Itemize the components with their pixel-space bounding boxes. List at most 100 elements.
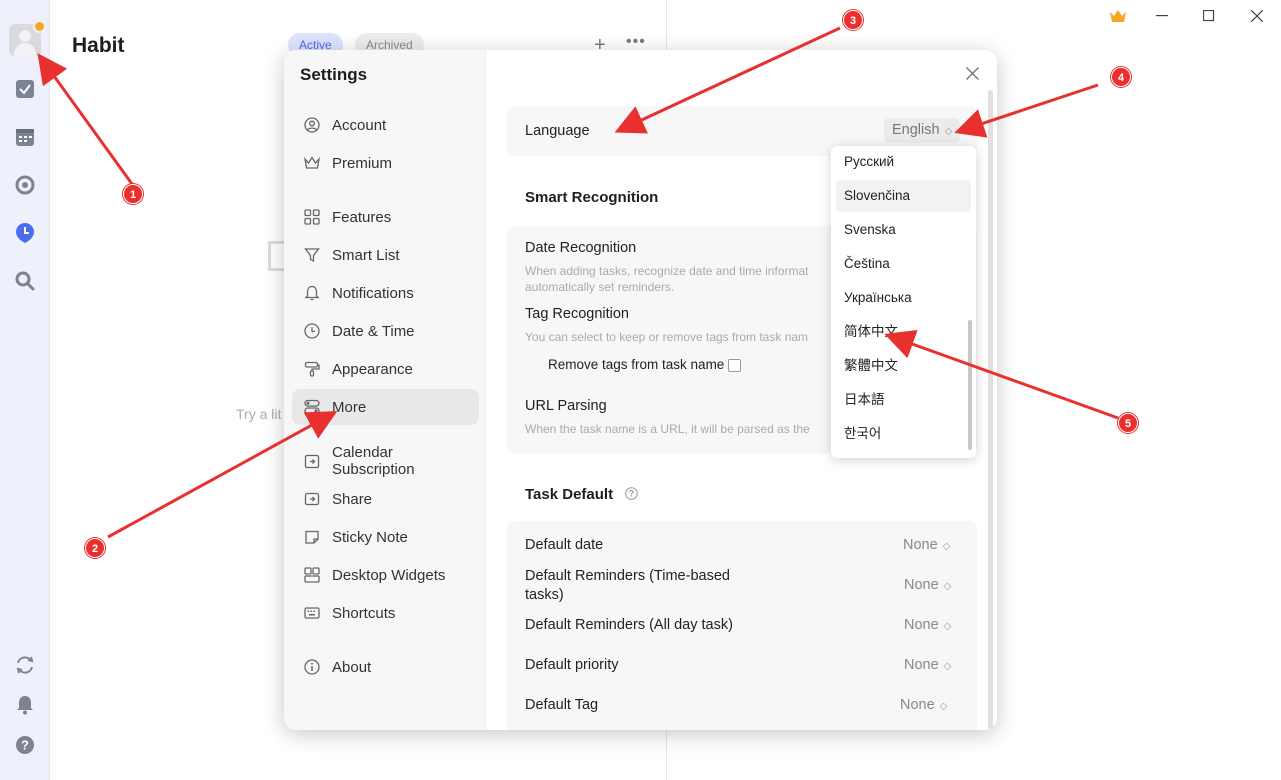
language-option[interactable]: 日本語 <box>836 384 971 416</box>
language-option[interactable]: 한국어 <box>836 418 971 450</box>
url-parsing-label: URL Parsing <box>525 398 607 414</box>
user-circle-icon <box>304 117 320 133</box>
nav-label: Smart List <box>332 246 400 264</box>
default-date-select[interactable]: None ◇ <box>903 537 950 553</box>
section-task-default: Task Default ? <box>525 486 639 504</box>
crown-icon <box>304 155 320 171</box>
language-option[interactable]: 繁體中文 <box>836 350 971 382</box>
nav-item-smart-list[interactable]: Smart List <box>292 237 479 273</box>
default-reminders-allday-value: None <box>904 617 939 633</box>
default-reminders-time-label: Default Reminders (Time-based <box>525 568 730 584</box>
language-option[interactable]: Slovenčina <box>836 180 971 212</box>
date-recognition-desc-2: automatically set reminders. <box>525 280 675 294</box>
nav-label: Shortcuts <box>332 604 396 622</box>
empty-hint: Try a lit <box>236 406 282 422</box>
clock-icon <box>304 323 320 339</box>
language-option[interactable]: Українська <box>836 282 971 314</box>
language-dropdown: Русский Slovenčina Svenska Čeština Украї… <box>831 146 976 458</box>
chevron-updown-icon: ◇ <box>944 126 953 137</box>
calendar-link-icon <box>304 453 320 469</box>
section-smart-recognition: Smart Recognition <box>525 189 659 206</box>
nav-label: Sticky Note <box>332 528 408 546</box>
language-option[interactable]: 简体中文 <box>836 316 971 348</box>
habit-icon[interactable] <box>13 221 37 245</box>
help-icon[interactable]: ? <box>13 733 37 757</box>
default-date-value: None <box>903 537 938 553</box>
sticky-note-icon <box>304 529 320 545</box>
default-reminders-time-value: None <box>904 577 939 593</box>
language-option[interactable]: Čeština <box>836 248 971 280</box>
nav-item-shortcuts[interactable]: Shortcuts <box>292 595 479 631</box>
nav-label: Appearance <box>332 360 413 378</box>
keyboard-icon <box>304 605 320 621</box>
nav-label: Premium <box>332 154 393 172</box>
nav-item-appearance[interactable]: Appearance <box>292 351 479 387</box>
calendar-icon[interactable] <box>13 125 37 149</box>
language-value: English <box>892 122 940 138</box>
premium-badge-icon <box>33 20 46 33</box>
nav-label: Account <box>332 116 387 134</box>
grid-icon <box>304 209 320 225</box>
nav-item-features[interactable]: Features <box>292 199 479 235</box>
share-icon <box>304 491 320 507</box>
checkbox-icon[interactable] <box>13 77 37 101</box>
maximize-icon[interactable] <box>1200 6 1218 26</box>
app-rail: ? <box>0 0 50 780</box>
nav-item-more[interactable]: More <box>292 389 479 425</box>
search-icon[interactable] <box>13 269 37 293</box>
default-reminders-time-select[interactable]: None ◇ <box>904 577 951 593</box>
default-priority-select[interactable]: None ◇ <box>904 657 951 673</box>
url-parsing-desc: When the task name is a URL, it will be … <box>525 422 810 436</box>
nav-label: Share <box>332 490 373 508</box>
view-title: Habit <box>72 34 125 57</box>
nav-label: Calendar Subscription <box>332 444 415 478</box>
nav-item-desktop-widgets[interactable]: Desktop Widgets <box>292 557 479 593</box>
nav-item-share[interactable]: Share <box>292 481 479 517</box>
nav-item-sticky-note[interactable]: Sticky Note <box>292 519 479 555</box>
annotation-badge: 4 <box>1111 67 1131 87</box>
nav-label: Features <box>332 208 392 226</box>
annotation-badge: 3 <box>843 10 863 30</box>
default-reminders-allday-select[interactable]: None ◇ <box>904 617 951 633</box>
nav-item-notifications[interactable]: Notifications <box>292 275 479 311</box>
language-option[interactable]: Svenska <box>836 214 971 246</box>
settings-sidebar: Settings Account Premium Features Smart … <box>284 50 486 730</box>
remove-tags-label: Remove tags from task name <box>548 357 725 372</box>
nav-label: About <box>332 658 372 676</box>
sync-icon[interactable] <box>13 653 37 677</box>
date-recognition-label: Date Recognition <box>525 240 637 256</box>
annotation-badge: 5 <box>1118 413 1138 433</box>
settings-scrollbar[interactable] <box>988 90 993 730</box>
language-label: Language <box>525 123 590 139</box>
nav-item-date-time[interactable]: Date & Time <box>292 313 479 349</box>
language-option[interactable]: Русский <box>836 146 971 178</box>
default-priority-label: Default priority <box>525 657 619 673</box>
more-icon[interactable]: ••• <box>626 33 646 51</box>
minimize-icon[interactable] <box>1153 6 1171 26</box>
default-date-label: Default date <box>525 537 604 553</box>
remove-tags-checkbox[interactable] <box>728 359 741 372</box>
bell-icon[interactable] <box>13 693 37 717</box>
nav-item-calendar-subscription[interactable]: Calendar Subscription <box>292 443 479 479</box>
close-window-icon[interactable] <box>1248 6 1266 26</box>
annotation-badge: 1 <box>123 184 143 204</box>
bell-icon <box>304 285 320 301</box>
nav-label: More <box>332 398 367 416</box>
default-tag-select[interactable]: None ◇ <box>900 697 947 713</box>
tag-recognition-desc: You can select to keep or remove tags fr… <box>525 330 809 344</box>
tag-recognition-label: Tag Recognition <box>525 306 629 322</box>
nav-item-about[interactable]: About <box>292 649 479 685</box>
focus-icon[interactable] <box>13 173 37 197</box>
nav-item-account[interactable]: Account <box>292 107 479 143</box>
premium-crown-icon[interactable] <box>1108 6 1128 26</box>
default-reminders-allday-label: Default Reminders (All day task) <box>525 617 733 633</box>
language-select[interactable]: English ◇ <box>884 118 960 143</box>
help-circle-icon[interactable]: ? <box>625 487 639 504</box>
toggles-icon <box>304 399 320 415</box>
annotation-badge: 2 <box>85 538 105 558</box>
nav-label: Notifications <box>332 284 414 302</box>
nav-item-premium[interactable]: Premium <box>292 145 479 181</box>
dropdown-scrollbar[interactable] <box>968 320 972 450</box>
svg-text:?: ? <box>21 738 29 753</box>
filter-icon <box>304 247 320 263</box>
